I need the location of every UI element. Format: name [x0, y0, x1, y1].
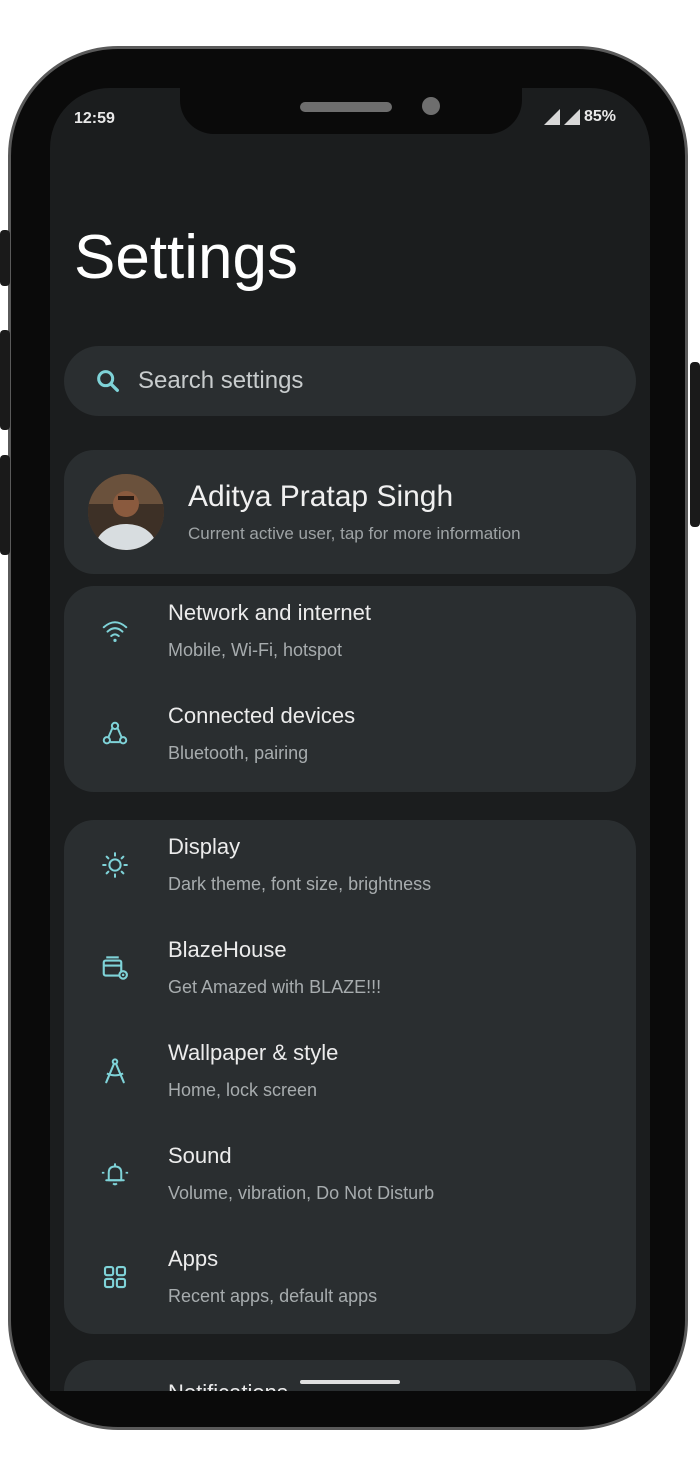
- search-placeholder: Search settings: [138, 367, 304, 394]
- settings-item-title: Network and internet: [168, 600, 371, 625]
- user-name: Aditya Pratap Singh: [188, 480, 454, 513]
- settings-group-personalization: Display Dark theme, font size, brightnes…: [64, 820, 636, 1334]
- settings-item-display[interactable]: Display Dark theme, font size, brightnes…: [64, 820, 636, 920]
- home-gesture-bar[interactable]: [300, 1380, 400, 1384]
- settings-item-title: Sound: [168, 1143, 232, 1168]
- screen: 12:59 85% Settings Search settings Adity…: [50, 88, 650, 1391]
- avatar: [88, 474, 164, 550]
- settings-item-subtitle: Home, lock screen: [168, 1080, 318, 1100]
- user-account-card[interactable]: Aditya Pratap Singh Current active user,…: [64, 450, 636, 574]
- settings-item-title: BlazeHouse: [168, 937, 287, 962]
- power-button: [690, 362, 700, 527]
- battery-percentage: 85%: [583, 108, 616, 125]
- settings-item-sound[interactable]: Sound Volume, vibration, Do Not Disturb: [64, 1129, 636, 1229]
- wifi-icon: [102, 621, 128, 642]
- page-title: Settings: [74, 223, 299, 292]
- settings-item-title: Apps: [168, 1246, 219, 1271]
- search-settings-bar[interactable]: Search settings: [64, 346, 636, 416]
- volume-up-button: [0, 330, 10, 430]
- settings-item-subtitle: Get Amazed with BLAZE!!!: [168, 977, 382, 997]
- signal-icon: [543, 109, 560, 125]
- settings-item-title: Wallpaper & style: [168, 1040, 339, 1065]
- settings-item-subtitle: Mobile, Wi-Fi, hotspot: [168, 640, 343, 660]
- settings-item-notifications[interactable]: Notifications: [168, 1380, 288, 1391]
- settings-item-title: Display: [168, 834, 241, 859]
- apps-grid-icon: [103, 1265, 127, 1289]
- settings-item-subtitle: Volume, vibration, Do Not Disturb: [168, 1183, 435, 1203]
- signal-icon: [563, 109, 580, 125]
- settings-item-network[interactable]: Network and internet Mobile, Wi-Fi, hots…: [64, 586, 636, 686]
- speaker: [300, 102, 392, 112]
- connected-devices-icon: [102, 721, 128, 745]
- settings-item-connected-devices[interactable]: Connected devices Bluetooth, pairing: [64, 689, 636, 789]
- settings-item-apps[interactable]: Apps Recent apps, default apps: [64, 1232, 636, 1332]
- blazehouse-icon: [102, 956, 128, 980]
- settings-group-partial: Notifications: [64, 1360, 636, 1391]
- wallpaper-style-icon: [105, 1058, 125, 1084]
- front-camera: [422, 97, 440, 115]
- notch: [180, 88, 522, 134]
- settings-item-subtitle: Bluetooth, pairing: [168, 743, 309, 763]
- side-button-left-top: [0, 230, 10, 286]
- settings-item-subtitle: Dark theme, font size, brightness: [168, 874, 432, 894]
- settings-group-connectivity: Network and internet Mobile, Wi-Fi, hots…: [64, 586, 636, 792]
- status-time: 12:59: [74, 110, 115, 127]
- settings-item-subtitle: Recent apps, default apps: [168, 1286, 378, 1306]
- status-icons: 85%: [543, 108, 616, 126]
- brightness-icon: [102, 852, 128, 878]
- search-icon: [97, 370, 119, 392]
- sound-icon: [101, 1163, 129, 1186]
- settings-item-wallpaper[interactable]: Wallpaper & style Home, lock screen: [64, 1026, 636, 1126]
- settings-item-title: Connected devices: [168, 703, 356, 728]
- volume-down-button: [0, 455, 10, 555]
- settings-item-blazehouse[interactable]: BlazeHouse Get Amazed with BLAZE!!!: [64, 923, 636, 1023]
- user-subtitle: Current active user, tap for more inform…: [188, 524, 521, 543]
